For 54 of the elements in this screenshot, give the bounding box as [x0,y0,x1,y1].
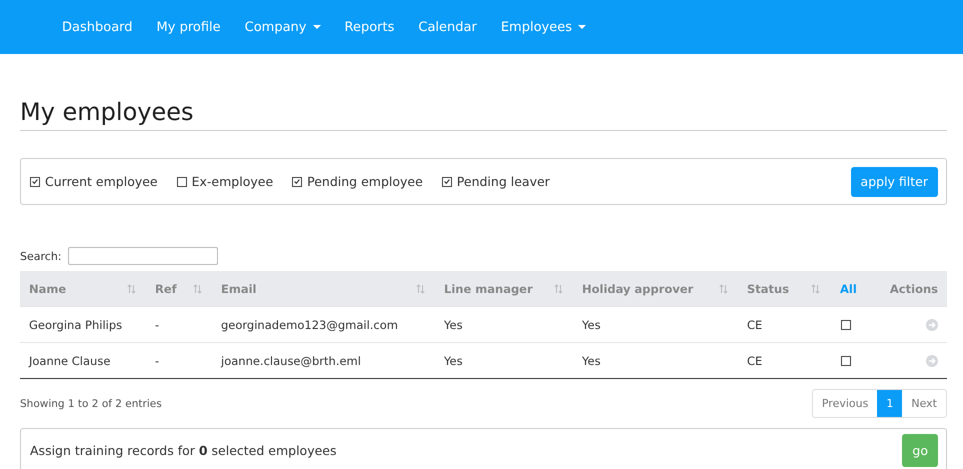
checkbox[interactable] [841,320,851,330]
column-header[interactable]: Line manager [435,271,573,306]
arrow-right-icon[interactable] [926,354,938,366]
go-button[interactable]: go [902,434,938,466]
sort-icon[interactable] [811,284,820,294]
assign-text: Assign training records for 0 selected employees [30,442,336,458]
pagination-button[interactable]: Next [902,390,946,417]
filter-label: Current employee [45,174,158,189]
column-header[interactable]: Email [212,271,435,306]
table-cell: CE [738,342,830,378]
pagination-button[interactable]: 1 [877,390,902,417]
search-label: Search: [20,250,62,262]
table-cell: Yes [435,342,573,378]
filter-label: Pending employee [307,174,423,189]
apply-filter-button[interactable]: apply filter [850,166,938,196]
table-cell: Yes [573,342,738,378]
column-header[interactable]: Ref [146,271,212,306]
table-cell: Joanne Clause [20,342,146,378]
table-cell: CE [738,306,830,342]
entries-info: Showing 1 to 2 of 2 entries [20,398,162,410]
table-cell: georginademo123@gmail.com [212,306,435,342]
table-cell: Yes [573,306,738,342]
checkbox[interactable] [841,356,851,366]
table-cell: joanne.clause@brth.eml [212,342,435,378]
table-cell: - [146,342,212,378]
select-all-link[interactable]: All [830,271,880,306]
sort-icon[interactable] [127,284,136,294]
sort-icon[interactable] [416,284,425,294]
sort-icon[interactable] [554,284,563,294]
sort-icon[interactable] [719,284,728,294]
sort-icon[interactable] [193,284,202,294]
pagination-button[interactable]: Previous [812,390,878,417]
column-header[interactable]: Holiday approver [573,271,738,306]
nav-link[interactable]: My profile [144,20,233,34]
checkbox[interactable] [292,176,302,186]
table-cell: Yes [435,306,573,342]
filter-label: Ex-employee [192,174,274,189]
checkbox[interactable] [176,176,187,186]
column-header[interactable]: Actions [880,271,947,306]
table-cell: - [146,306,212,342]
arrow-right-icon[interactable] [926,318,938,330]
checkbox[interactable] [442,176,452,186]
checkbox[interactable] [30,176,40,186]
nav-link[interactable]: Dashboard [50,20,145,34]
nav-link[interactable]: Employees [488,20,598,34]
search-field[interactable] [68,247,218,265]
nav-link[interactable]: Calendar [406,20,489,34]
filter-label: Pending leaver [456,174,550,189]
nav-link[interactable]: Reports [332,20,406,34]
column-header[interactable]: Status [738,271,830,306]
table-cell: Georgina Philips [20,306,146,342]
page-title: My employees [20,98,947,131]
nav-link[interactable]: Company [232,20,332,34]
column-header[interactable]: Name [20,271,146,306]
